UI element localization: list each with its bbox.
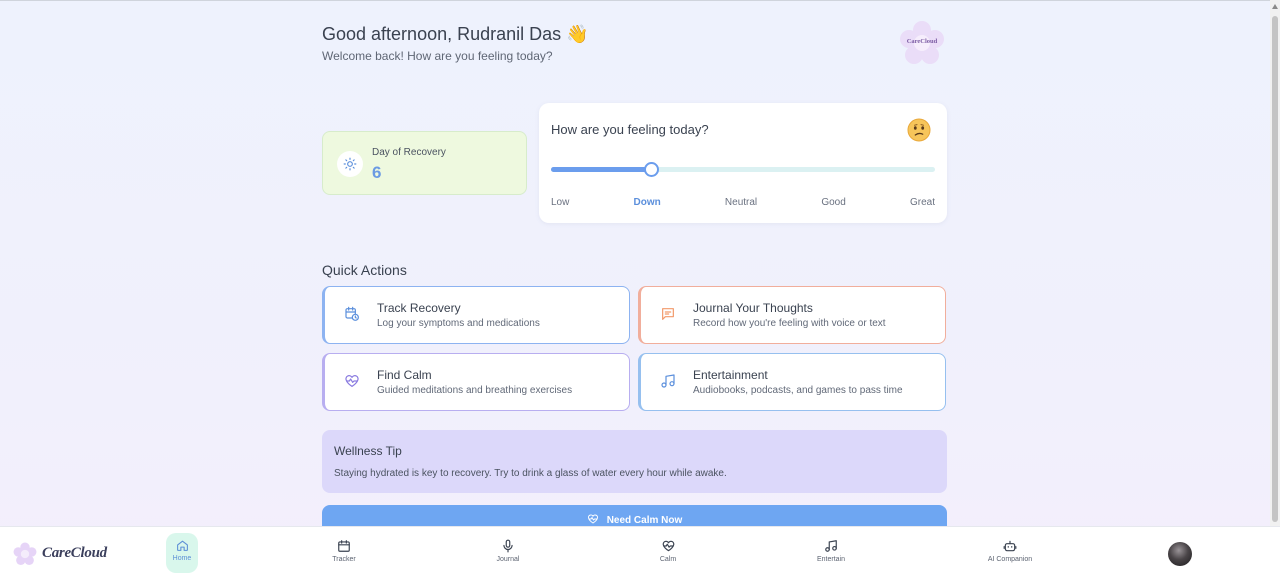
- action-title: Track Recovery: [377, 301, 461, 315]
- music-icon: [825, 540, 837, 552]
- mood-label-great[interactable]: Great: [910, 197, 935, 208]
- bottom-nav: CareCloud Home Tracker Journal Calm Ente…: [0, 526, 1280, 580]
- scrollbar[interactable]: [1270, 0, 1280, 526]
- greeting-block: Good afternoon, Rudranil Das 👋 Welcome b…: [322, 24, 589, 63]
- find-calm-card[interactable]: Find Calm Guided meditations and breathi…: [322, 353, 630, 411]
- brand-name: CareCloud: [42, 545, 107, 561]
- nav-label: AI Companion: [987, 556, 1033, 563]
- calendar-clock-icon: [345, 306, 359, 321]
- nav-entertain[interactable]: Entertain: [801, 533, 861, 573]
- mood-slider[interactable]: [551, 162, 935, 177]
- quick-actions-heading: Quick Actions: [322, 262, 407, 278]
- need-calm-label: Need Calm Now: [606, 515, 683, 526]
- window-top-border: [0, 0, 1280, 1]
- action-subtitle: Guided meditations and breathing exercis…: [377, 385, 573, 396]
- sun-icon: [337, 151, 363, 177]
- wave-icon: 👋: [566, 24, 589, 44]
- nav-journal[interactable]: Journal: [478, 533, 538, 573]
- nav-label: Calm: [659, 556, 677, 563]
- flower-icon: [13, 542, 37, 565]
- mood-card: How are you feeling today? Low Down Neut…: [539, 103, 947, 223]
- scrollbar-thumb[interactable]: [1272, 16, 1278, 522]
- recovery-day-count: 6: [372, 163, 382, 182]
- mood-slider-handle[interactable]: [643, 162, 659, 177]
- heart-pulse-icon: [662, 540, 674, 552]
- mood-scale-labels: Low Down Neutral Good Great: [551, 197, 935, 208]
- calendar-icon: [338, 540, 350, 552]
- confused-face-icon: [907, 118, 931, 147]
- action-subtitle: Audiobooks, podcasts, and games to pass …: [693, 385, 903, 396]
- brand-logo[interactable]: CareCloud: [12, 542, 122, 566]
- mood-label-neutral[interactable]: Neutral: [725, 197, 757, 208]
- mood-label-down[interactable]: Down: [634, 197, 661, 208]
- heart-pulse-icon: [345, 375, 359, 387]
- action-subtitle: Record how you're feeling with voice or …: [693, 318, 886, 329]
- nav-label: Tracker: [332, 556, 356, 563]
- action-title: Journal Your Thoughts: [693, 301, 813, 315]
- tip-text: Staying hydrated is key to recovery. Try…: [334, 468, 727, 479]
- page-title: Good afternoon, Rudranil Das 👋: [322, 24, 589, 44]
- mood-slider-fill: [551, 167, 651, 172]
- logo-caption: CareCloud: [906, 38, 938, 45]
- page-subtitle: Welcome back! How are you feeling today?: [322, 49, 553, 63]
- bot-icon: [1003, 540, 1017, 552]
- nav-calm[interactable]: Calm: [638, 533, 698, 573]
- carecloud-logo: CareCloud: [898, 20, 946, 66]
- action-title: Entertainment: [693, 368, 768, 382]
- entertainment-card[interactable]: Entertainment Audiobooks, podcasts, and …: [638, 353, 946, 411]
- scroll-up-arrow-icon[interactable]: [1272, 4, 1278, 9]
- nav-ai-companion[interactable]: AI Companion: [980, 533, 1040, 573]
- nav-label: Home: [172, 555, 192, 562]
- mood-label-low[interactable]: Low: [551, 197, 569, 208]
- avatar[interactable]: [1168, 542, 1192, 566]
- recovery-label: Day of Recovery: [372, 147, 446, 158]
- action-subtitle: Log your symptoms and medications: [377, 318, 540, 329]
- wellness-tip-card: Wellness Tip Staying hydrated is key to …: [322, 430, 947, 493]
- heart-pulse-icon: [587, 514, 598, 524]
- message-icon: [662, 308, 674, 320]
- tip-title: Wellness Tip: [334, 444, 402, 458]
- action-title: Find Calm: [377, 368, 432, 382]
- journal-thoughts-card[interactable]: Journal Your Thoughts Record how you're …: [638, 286, 946, 344]
- mic-icon: [503, 539, 513, 553]
- track-recovery-card[interactable]: Track Recovery Log your symptoms and med…: [322, 286, 630, 344]
- home-icon: [176, 540, 188, 551]
- music-icon: [661, 374, 675, 388]
- nav-label: Entertain: [816, 556, 846, 563]
- recovery-card: Day of Recovery 6: [322, 131, 527, 195]
- mood-label-good[interactable]: Good: [821, 197, 845, 208]
- mood-question: How are you feeling today?: [551, 122, 709, 137]
- nav-label: Journal: [496, 556, 520, 563]
- nav-home[interactable]: Home: [166, 533, 198, 573]
- nav-tracker[interactable]: Tracker: [314, 533, 374, 573]
